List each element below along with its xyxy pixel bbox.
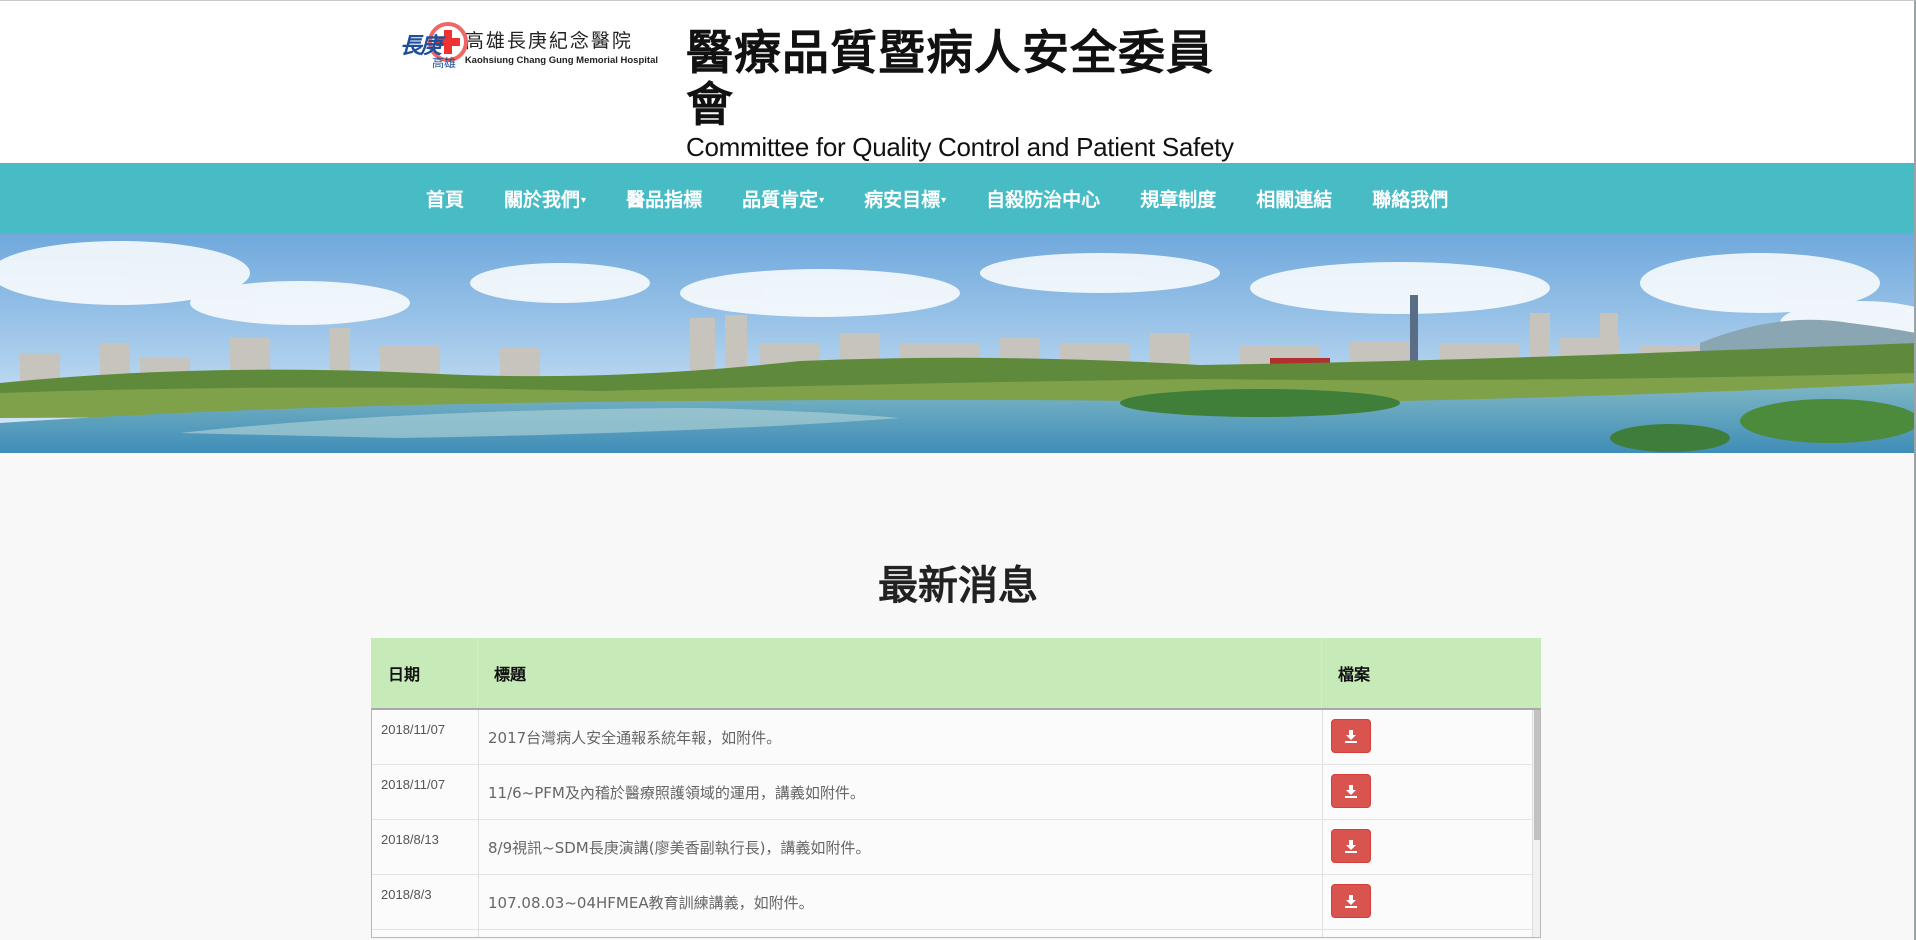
row-file xyxy=(1323,765,1532,819)
nav-item-3[interactable]: 品質肯定▾ xyxy=(722,185,844,212)
hospital-name-zh: 高雄長庚紀念醫院 xyxy=(464,30,633,52)
site-title: 醫療品質暨病人安全委員會 Committee for Quality Contr… xyxy=(686,26,1246,163)
table-scrollbar[interactable] xyxy=(1532,710,1540,937)
row-title[interactable]: 8/9視訊~SDM長庚演講(廖美香副執行長)，講義如附件。 xyxy=(479,820,1323,874)
nav-item-label: 自殺防治中心 xyxy=(986,188,1101,211)
hospital-logo[interactable]: 長庚 高雄 高雄長庚紀念醫院 Kaohsiung Chang Gung Memo… xyxy=(398,18,658,74)
row-file xyxy=(1323,875,1532,929)
site-title-en: Committee for Quality Control and Patien… xyxy=(686,132,1234,162)
nav-item-label: 首頁 xyxy=(426,188,465,211)
banner-image xyxy=(0,233,1916,453)
download-button[interactable] xyxy=(1331,719,1371,753)
table-row: 2018/8/13 8/9視訊~SDM長庚演講(廖美香副執行長)，講義如附件。 xyxy=(372,820,1540,875)
column-header-title: 標題 xyxy=(478,638,1322,708)
nav-item-7[interactable]: 相關連結 xyxy=(1236,185,1352,212)
logo-text: 高雄長庚紀念醫院 Kaohsiung Chang Gung Memorial H… xyxy=(465,26,658,66)
nav-item-5[interactable]: 自殺防治中心 xyxy=(966,185,1120,212)
nav-item-label: 關於我們 xyxy=(504,188,581,211)
row-title[interactable]: 107.08.03~04HFMEA教育訓練講義，如附件。 xyxy=(479,875,1323,929)
row-date: 2018/11/07 xyxy=(372,765,479,819)
caret-down-icon: ▾ xyxy=(581,194,587,206)
nav-item-label: 規章制度 xyxy=(1140,188,1217,211)
table-row: 2018/8/3 107.08.03~04HFMEA教育訓練講義，如附件。 xyxy=(372,875,1540,930)
nav-item-label: 醫品指標 xyxy=(626,188,703,211)
row-date: 2018/8/13 xyxy=(372,820,479,874)
download-icon xyxy=(1345,895,1357,908)
download-icon xyxy=(1345,840,1357,853)
site-title-zh: 醫療品質暨病人安全委員會 xyxy=(686,26,1214,133)
nav-item-label: 品質肯定 xyxy=(742,188,819,211)
hospital-name-en: Kaohsiung Chang Gung Memorial Hospital xyxy=(464,55,658,66)
row-file xyxy=(1323,820,1532,874)
nav-item-label: 相關連結 xyxy=(1256,188,1333,211)
table-header: 日期 標題 檔案 xyxy=(371,638,1541,708)
scroll-thumb[interactable] xyxy=(1534,710,1540,840)
nav-item-2[interactable]: 醫品指標 xyxy=(606,185,722,212)
logo-mark: 長庚 高雄 xyxy=(398,18,468,74)
news-table: 日期 標題 檔案 2018/11/07 2017台灣病人安全通報系統年報，如附件。… xyxy=(371,638,1541,938)
download-button[interactable] xyxy=(1331,884,1371,918)
download-button[interactable] xyxy=(1331,829,1371,863)
table-row: 2018/11/07 2017台灣病人安全通報系統年報，如附件。 xyxy=(372,710,1540,765)
nav-list: 首頁 關於我們▾ 醫品指標 品質肯定▾ 病安目標▾ 自殺防治中心 規章制度 相關連結 聯絡我們 xyxy=(406,163,1468,233)
main-nav: 首頁 關於我們▾ 醫品指標 品質肯定▾ 病安目標▾ 自殺防治中心 規章制度 相關連結 聯絡我們 xyxy=(0,163,1916,233)
logo-mark-sub: 高雄 xyxy=(432,56,457,70)
nav-item-label: 病安目標 xyxy=(864,188,941,211)
site-header: 長庚 高雄 高雄長庚紀念醫院 Kaohsiung Chang Gung Memo… xyxy=(0,0,1916,163)
nav-item-label: 聯絡我們 xyxy=(1372,188,1449,211)
row-date xyxy=(372,930,479,937)
table-body[interactable]: 2018/11/07 2017台灣病人安全通報系統年報，如附件。 2018/11/0… xyxy=(371,708,1541,938)
section-title: 最新消息 xyxy=(878,563,1038,609)
download-button[interactable] xyxy=(1331,774,1371,808)
row-title[interactable] xyxy=(479,930,1323,937)
nav-item-8[interactable]: 聯絡我們 xyxy=(1352,185,1468,212)
row-file xyxy=(1323,930,1532,937)
row-title[interactable]: 2017台灣病人安全通報系統年報，如附件。 xyxy=(479,710,1323,764)
main-content: 最新消息 日期 標題 檔案 2018/11/07 2017台灣病人安全通報系統年報… xyxy=(0,453,1916,940)
city-skyline-banner xyxy=(0,233,1916,453)
table-row xyxy=(372,930,1540,937)
nav-item-1[interactable]: 關於我們▾ xyxy=(484,185,606,212)
caret-down-icon: ▾ xyxy=(941,194,947,206)
row-date: 2018/11/07 xyxy=(372,710,479,764)
nav-item-6[interactable]: 規章制度 xyxy=(1120,185,1236,212)
download-icon xyxy=(1345,785,1357,798)
column-header-file: 檔案 xyxy=(1338,665,1371,684)
row-file xyxy=(1323,710,1532,764)
nav-item-0[interactable]: 首頁 xyxy=(406,185,484,212)
column-header-date: 日期 xyxy=(371,638,478,708)
row-title[interactable]: 11/6~PFM及內稽於醫療照護領域的運用，講義如附件。 xyxy=(479,765,1323,819)
table-row: 2018/11/07 11/6~PFM及內稽於醫療照護領域的運用，講義如附件。 xyxy=(372,765,1540,820)
row-date: 2018/8/3 xyxy=(372,875,479,929)
download-icon xyxy=(1345,730,1357,743)
caret-down-icon: ▾ xyxy=(819,194,825,206)
nav-item-4[interactable]: 病安目標▾ xyxy=(844,185,966,212)
